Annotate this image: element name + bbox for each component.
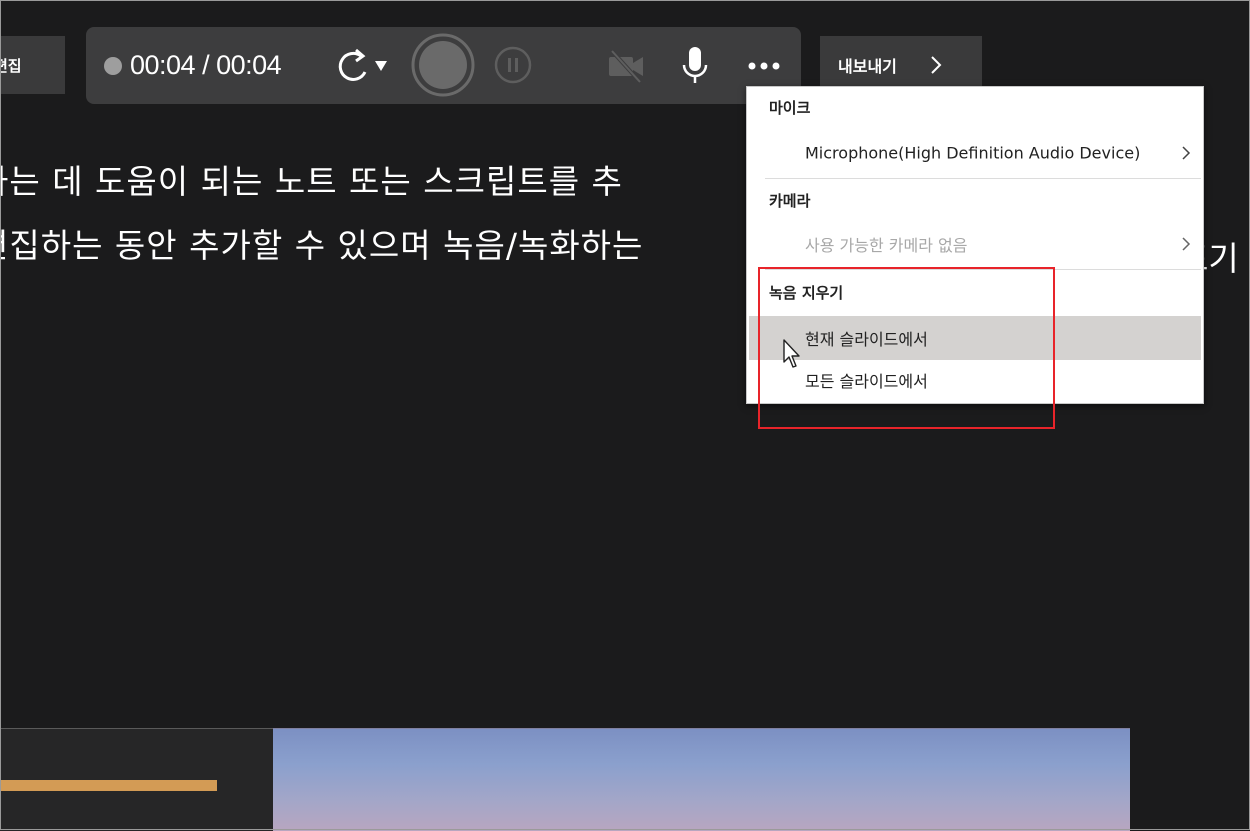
menu-section-camera: 카메라 xyxy=(769,192,811,210)
chevron-right-icon xyxy=(1182,237,1191,251)
edit-button[interactable]: 편집 xyxy=(0,36,65,94)
retake-icon xyxy=(338,48,387,81)
chevron-right-icon xyxy=(1182,146,1191,160)
record-button[interactable] xyxy=(411,33,475,97)
pause-button[interactable] xyxy=(493,45,533,85)
more-options-icon xyxy=(748,62,780,70)
slide-preview-image xyxy=(273,728,1130,831)
camera-toggle-button[interactable] xyxy=(606,47,646,85)
notes-line-2: 편집하는 동안 추가할 수 있으며 녹음/녹화하는 xyxy=(0,226,644,265)
chevron-right-icon xyxy=(931,56,942,74)
pause-icon xyxy=(494,46,532,84)
notes-line-1: 하는 데 도움이 되는 노트 또는 스크립트를 추 xyxy=(0,162,623,201)
edit-button-label: 편집 xyxy=(0,56,22,75)
microphone-device-label: Microphone(High Definition Audio Device) xyxy=(805,143,1141,163)
menu-section-microphone: 마이크 xyxy=(769,99,811,117)
microphone-icon xyxy=(682,47,708,83)
speaker-notes: 하는 데 도움이 되는 노트 또는 스크립트를 추 편집하는 동안 추가할 수 … xyxy=(0,150,643,278)
microphone-button[interactable] xyxy=(678,45,712,87)
recording-timer: 00:04 / 00:04 xyxy=(130,50,282,80)
mouse-cursor-icon xyxy=(783,339,800,368)
slide-accent-bar xyxy=(0,780,217,791)
menu-divider xyxy=(765,178,1201,179)
retake-button[interactable] xyxy=(330,45,390,89)
camera-off-icon xyxy=(609,49,643,84)
export-button-label: 내보내기 xyxy=(838,57,897,76)
more-options-button[interactable] xyxy=(738,40,790,92)
dropdown-arrow-icon xyxy=(375,61,387,71)
menu-item-camera-none: 사용 가능한 카메라 없음 xyxy=(747,222,1203,266)
camera-none-label: 사용 가능한 카메라 없음 xyxy=(805,236,968,255)
menu-item-microphone-device[interactable]: Microphone(High Definition Audio Device) xyxy=(747,131,1203,175)
record-dot-icon xyxy=(104,57,122,75)
record-icon xyxy=(411,33,475,97)
